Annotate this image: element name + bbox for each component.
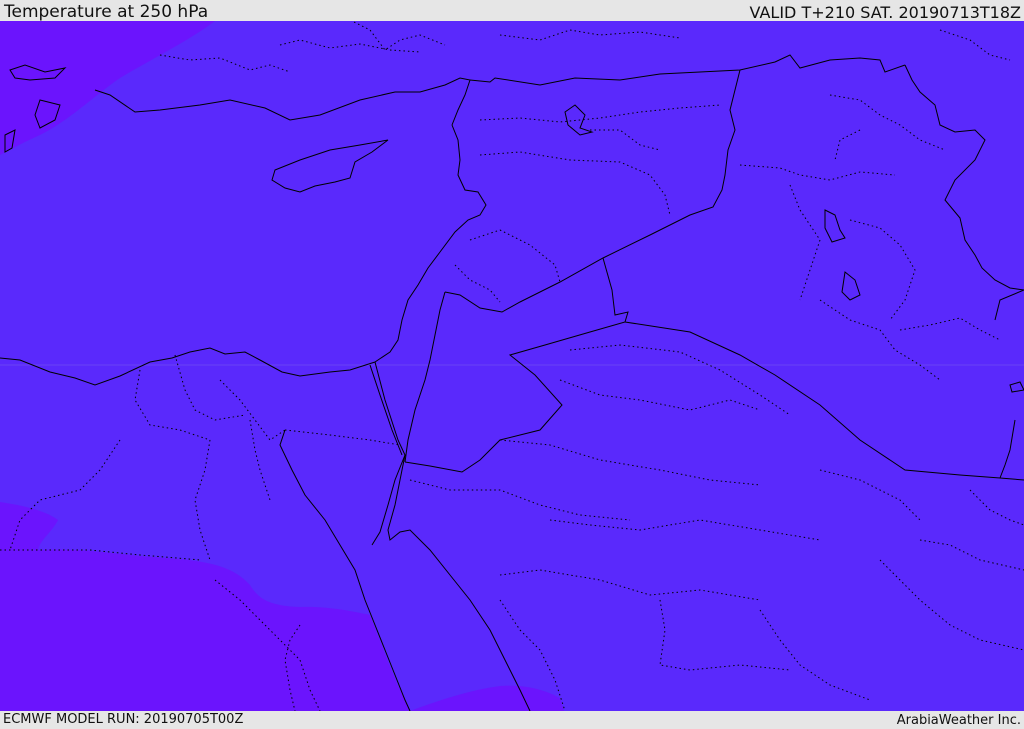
- map-title: Temperature at 250 hPa: [4, 2, 209, 22]
- footer-bar: ECMWF MODEL RUN: 20190705T00Z ArabiaWeat…: [0, 711, 1024, 729]
- map-window: Temperature at 250 hPa VALID T+210 SAT. …: [0, 0, 1024, 729]
- temperature-map[interactable]: [0, 21, 1024, 711]
- valid-time-label: VALID T+210 SAT. 20190713T18Z: [749, 3, 1021, 22]
- header-bar: Temperature at 250 hPa VALID T+210 SAT. …: [0, 0, 1024, 22]
- credit-label: ArabiaWeather Inc.: [896, 713, 1021, 728]
- model-run-label: ECMWF MODEL RUN: 20190705T00Z: [3, 712, 244, 727]
- map-canvas: [0, 21, 1024, 711]
